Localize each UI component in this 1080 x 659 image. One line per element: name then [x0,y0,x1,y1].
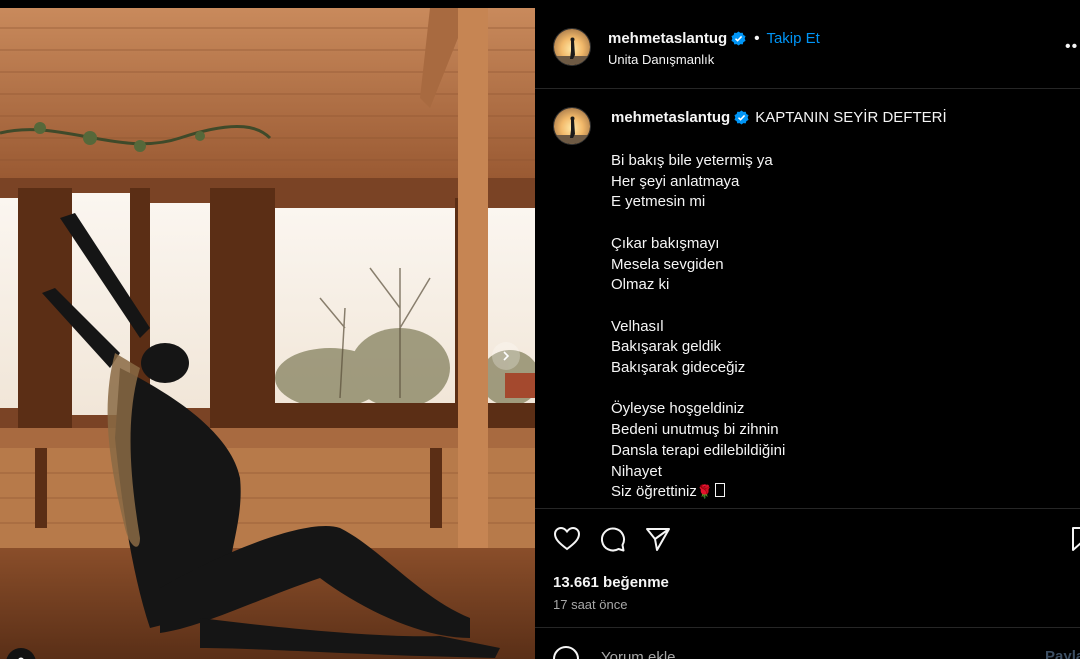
caption-stanza: Öyleyse hoşgeldiniz Bedeni unutmuş bi zi… [611,399,1051,503]
caption-line: Bakışarak geldik [611,338,722,356]
post-comment-button[interactable]: Paylaş [1045,648,1080,659]
post-image[interactable] [0,8,535,659]
caption-title: KAPTANIN SEYİR DEFTERİ [755,109,947,126]
rose-emoji: 🌹 [696,484,714,500]
post-timestamp[interactable]: 17 saat önce [553,597,627,612]
caption-line: Dansla terapi edilebildiğini [611,441,786,459]
caption-username[interactable]: mehmetaslantug [611,109,730,126]
comment-input[interactable] [599,648,1023,659]
avatar[interactable] [553,28,591,66]
post-location[interactable]: Unita Danışmanlık [608,52,714,67]
post-details-panel: mehmetaslantug • Takip Et Unita Danışman… [535,0,1080,659]
caption-line-last: Siz öğrettiniz🌹 [611,482,1051,503]
emoji-icon[interactable] [553,646,579,659]
avatar-image [554,29,590,65]
comment-icon[interactable] [598,525,626,553]
comment-bar: Paylaş [535,627,1080,659]
caption-stanza: Bi bakış bile yetermiş ya Her şeyi anlat… [611,151,1051,213]
bookmark-icon[interactable] [1068,525,1080,553]
caption-stanza: Çıkar bakışmayı Mesela sevgiden Olmaz ki [611,234,1051,296]
caption-stanza: Velhasıl Bakışarak geldik Bakışarak gide… [611,317,1051,379]
caption-line: E yetmesin mi [611,193,706,211]
caption-line-text: Siz öğrettiniz [611,483,697,501]
post-header: mehmetaslantug • Takip Et Unita Danışman… [535,0,1080,89]
caption-text: Bi bakış bile yetermiş ya Her şeyi anlat… [611,151,1051,503]
avatar-image [554,108,590,144]
post-photo [0,8,535,659]
instagram-post-page: mehmetaslantug • Takip Et Unita Danışman… [0,0,1080,659]
separator-dot: • [754,30,760,47]
caption-line: Çıkar bakışmayı [611,234,720,252]
caption-avatar[interactable] [553,107,591,145]
chevron-right-icon [503,351,510,361]
post-author-username[interactable]: mehmetaslantug [608,30,727,47]
caption-line: Her şeyi anlatmaya [611,172,740,190]
next-slide-button[interactable] [492,342,520,370]
header-username-row: mehmetaslantug • Takip Et [608,30,820,47]
more-options-icon[interactable]: •• [1065,38,1078,56]
follow-button[interactable]: Takip Et [766,30,819,47]
caption-heading: mehmetaslantug KAPTANIN SEYİR DEFTERİ [611,109,947,126]
like-count[interactable]: 13.661 beğenme [553,574,669,591]
caption-line: Olmaz ki [611,276,670,294]
verified-badge-icon [734,110,749,125]
caption-line: Bi bakış bile yetermiş ya [611,152,773,169]
missing-glyph-box [715,483,726,498]
caption-line: Velhasıl [611,317,664,335]
send-icon[interactable] [644,525,672,553]
heart-icon[interactable] [553,525,581,553]
post-actions: 13.661 beğenme 17 saat önce [535,508,1080,627]
caption-line: Mesela sevgiden [611,255,724,273]
caption-line: Bakışarak gideceğiz [611,359,746,376]
post-caption: mehmetaslantug KAPTANIN SEYİR DEFTERİ Bi… [535,89,1080,507]
verified-badge-icon [731,31,746,46]
caption-line: Nihayet [611,462,662,480]
caption-line: Öyleyse hoşgeldiniz [611,400,745,418]
caption-line: Bedeni unutmuş bi zihnin [611,421,779,439]
